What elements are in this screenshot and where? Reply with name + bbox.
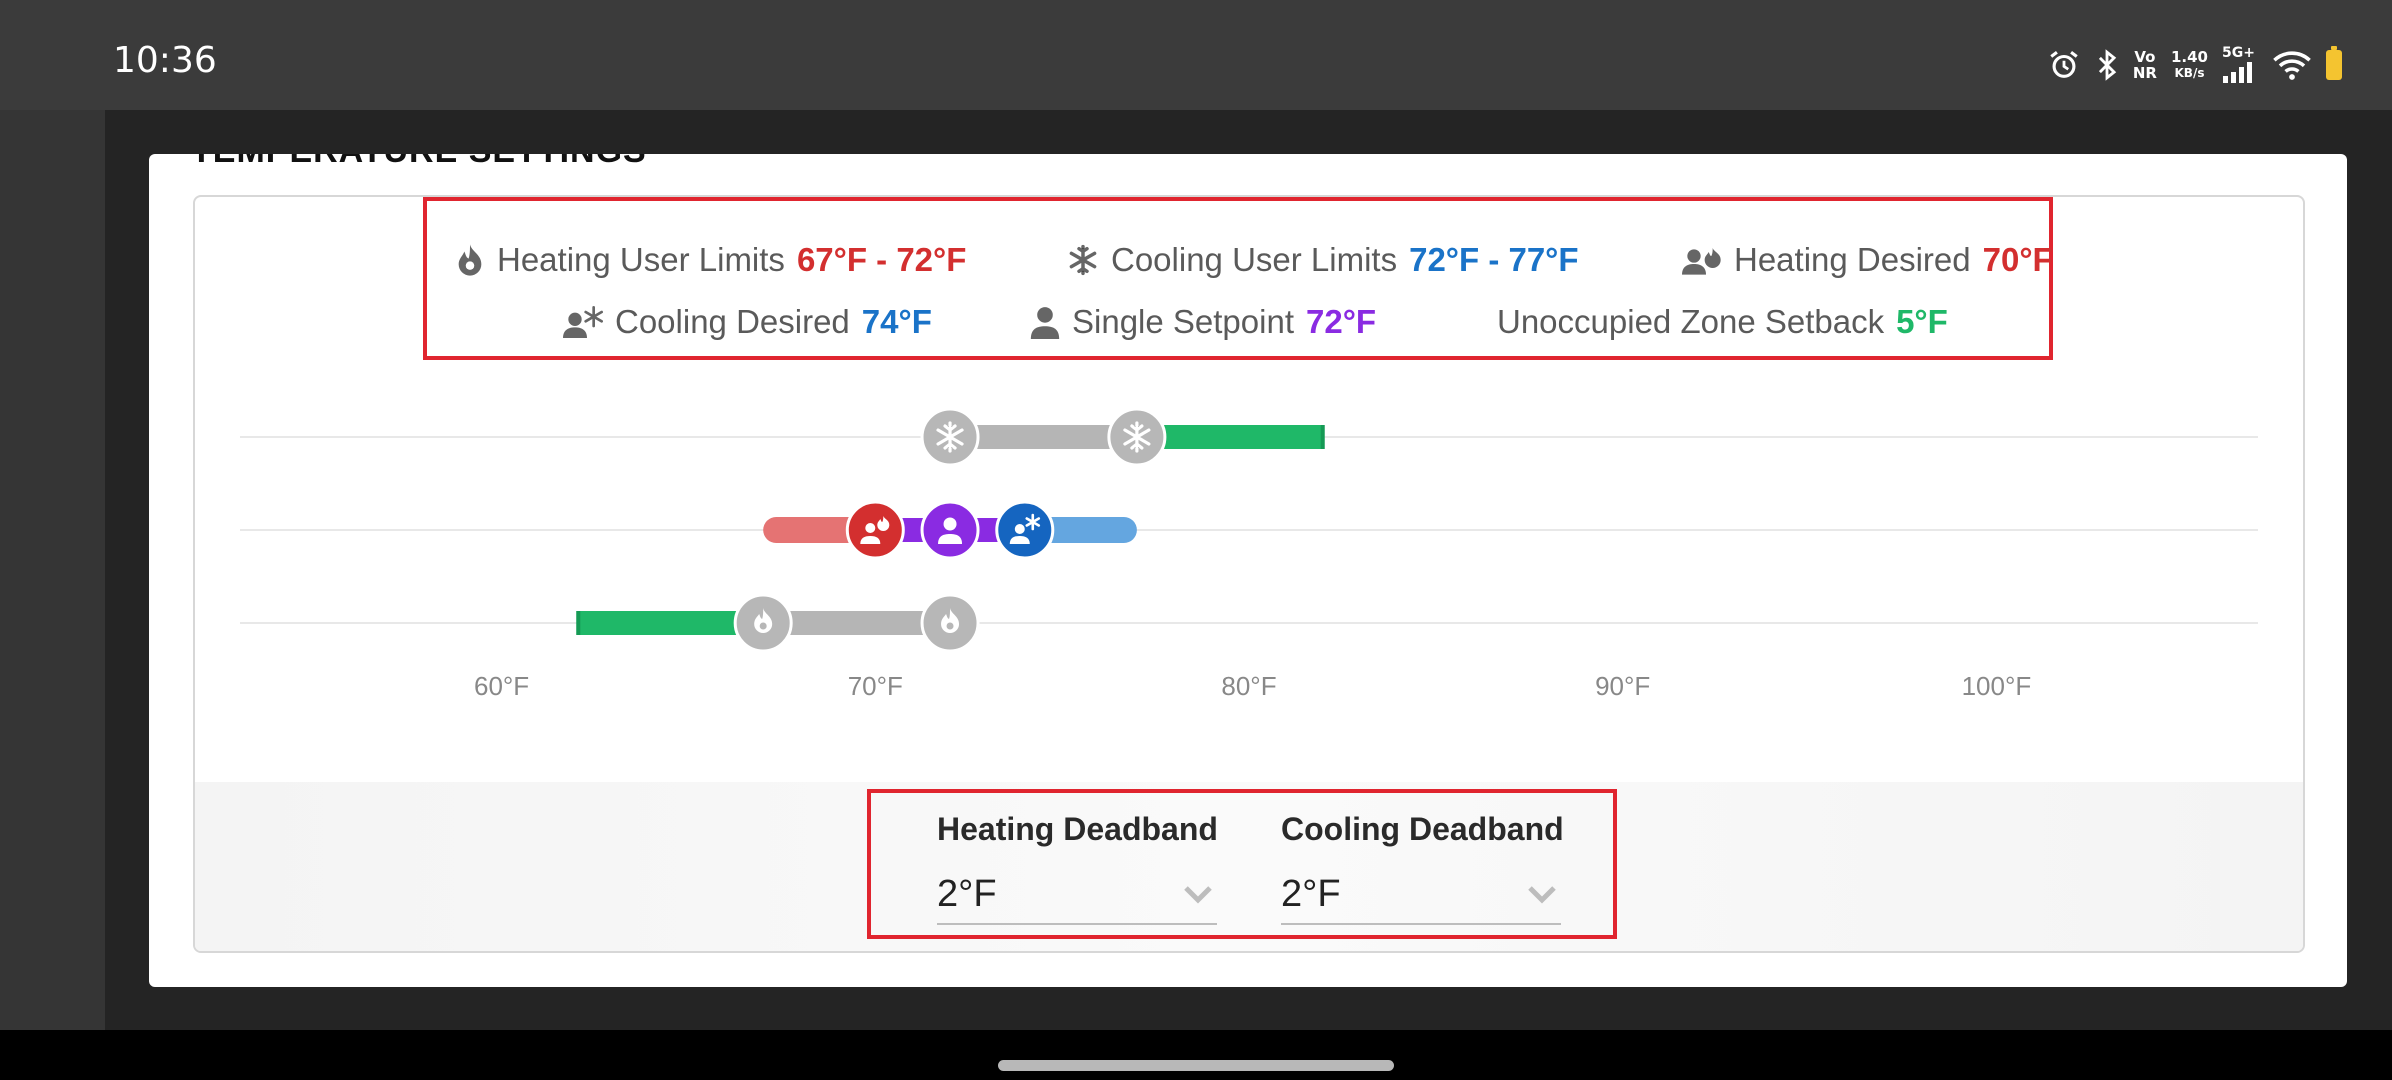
battery-icon [2326, 46, 2342, 80]
section-title: TEMPERATURE SETTINGS [191, 154, 647, 171]
temperature-range-chart: 60°F 70°F 80°F 90°F 100°F [240, 407, 2258, 701]
cooling-setback-end [1320, 425, 1325, 449]
legend-cooling-desired: Cooling Desired 74°F [563, 303, 932, 341]
heating-deadband-label: Heating Deadband [937, 811, 1218, 847]
chevron-down-icon [1528, 886, 1556, 904]
x-tick-label: 90°F [1595, 671, 1650, 701]
cooling-deadband-select[interactable]: 2°F [1281, 871, 1561, 925]
flame-icon [458, 244, 482, 276]
legend-cooling-limits: Cooling User Limits 72°F - 77°F [1067, 241, 1579, 279]
heating-desired-handle[interactable] [845, 500, 905, 560]
x-tick-label: 60°F [474, 671, 529, 701]
heating-setback-end [576, 611, 581, 635]
legend: Heating User Limits 67°F - 72°F Cooling … [423, 197, 2053, 360]
snowflake-icon [1069, 244, 1097, 276]
legend-single-setpoint: Single Setpoint 72°F [1030, 303, 1376, 341]
network-speed: 1.40 KB/s [2170, 48, 2208, 80]
deadband-area: Heating Deadband 2°F Cooling Deadband 2°… [195, 782, 2303, 951]
temperature-settings-card: TEMPERATURE SETTINGS Heating User Limits… [149, 154, 2347, 987]
user-snowflake-icon [563, 306, 603, 338]
chevron-down-icon [1184, 886, 1212, 904]
cooling-deadband-label: Cooling Deadband [1281, 811, 1564, 847]
heating-limit-min-handle[interactable] [733, 593, 793, 653]
cooling-deadband-value: 2°F [1281, 873, 1341, 915]
x-tick-label: 70°F [848, 671, 903, 701]
status-time: 10:36 [113, 40, 217, 81]
bluetooth-icon [2095, 48, 2119, 82]
home-indicator[interactable] [998, 1060, 1394, 1071]
wifi-icon [2272, 49, 2312, 81]
cooling-desired-handle[interactable] [995, 500, 1055, 560]
legend-heating-limits: Heating User Limits 67°F - 72°F [455, 241, 966, 279]
temperature-panel: Heating User Limits 67°F - 72°F Cooling … [193, 195, 2305, 953]
status-icons: Vo NR 1.40 KB/s 5G+ [2047, 40, 2342, 90]
status-bar: 10:36 Vo NR 1.40 KB/s 5G+ [0, 0, 2392, 110]
volte-indicator: Vo NR [2132, 48, 2157, 82]
user-flame-icon [1682, 248, 1721, 275]
navigation-bar [0, 1030, 2392, 1080]
heating-deadband-value: 2°F [937, 873, 997, 915]
heating-limit-max-handle[interactable] [920, 593, 980, 653]
legend-zone-setback: Unoccupied Zone Setback 5°F [1497, 303, 1948, 340]
network-type: 5G+ [2222, 45, 2258, 86]
cooling-limit-min-handle[interactable] [920, 407, 980, 467]
single-setpoint-handle[interactable] [920, 500, 980, 560]
x-tick-label: 100°F [1962, 671, 2032, 701]
x-tick-label: 80°F [1221, 671, 1276, 701]
legend-heating-desired: Heating Desired 70°F [1682, 241, 2053, 279]
alarm-icon [2047, 48, 2081, 82]
deadband-group: Heating Deadband 2°F Cooling Deadband 2°… [867, 789, 1617, 939]
cooling-limit-max-handle[interactable] [1107, 407, 1167, 467]
user-icon [1030, 307, 1060, 339]
app-left-strip [0, 110, 105, 1030]
heating-deadband-select[interactable]: 2°F [937, 871, 1217, 925]
